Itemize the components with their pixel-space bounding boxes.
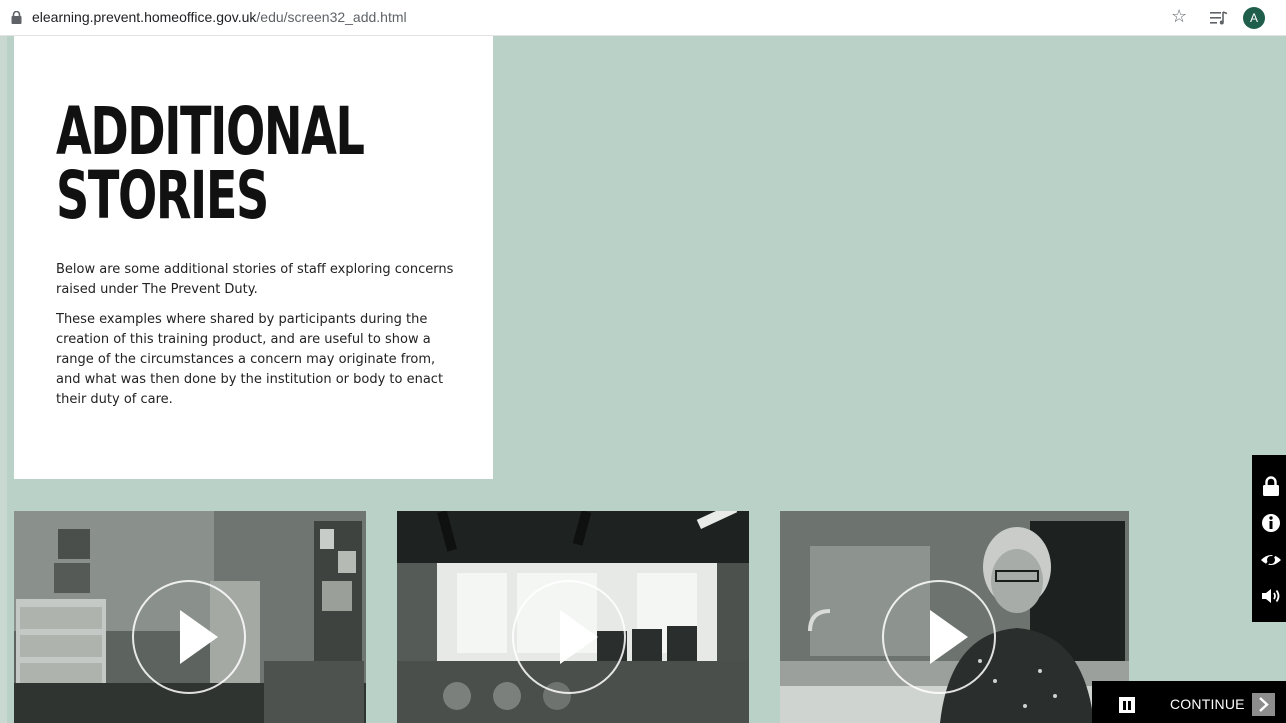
page-title: ADDITIONAL STORIES: [56, 99, 365, 229]
left-edge-strip: [0, 36, 7, 723]
play-icon: [560, 610, 598, 664]
audio-icon[interactable]: [1260, 585, 1282, 607]
play-icon: [180, 610, 218, 664]
intro-paragraph-2: These examples where shared by participa…: [56, 312, 444, 407]
visibility-icon[interactable]: [1260, 549, 1282, 571]
intro-text: Below are some additional stories of sta…: [56, 260, 456, 420]
intro-paragraph-1: Below are some additional stories of sta…: [56, 262, 454, 297]
media-control-icon[interactable]: [1210, 10, 1228, 26]
url-path: /edu/screen32_add.html: [256, 9, 407, 25]
playback-control-bar: CONTINUE: [1092, 681, 1286, 723]
video-card-classroom[interactable]: [397, 511, 749, 723]
play-button[interactable]: [512, 580, 626, 694]
play-button[interactable]: [132, 580, 246, 694]
profile-avatar[interactable]: A: [1243, 7, 1265, 29]
page-title-line-2: STORIES: [56, 157, 269, 234]
star-icon[interactable]: ☆: [1171, 6, 1187, 28]
intro-card: ADDITIONAL STORIES Below are some additio…: [14, 36, 493, 479]
url-field[interactable]: elearning.prevent.homeoffice.gov.uk/edu/…: [32, 9, 407, 25]
side-toolbar: [1252, 455, 1286, 622]
pause-icon[interactable]: [1119, 697, 1135, 713]
video-card-office[interactable]: [14, 511, 366, 723]
browser-address-bar: elearning.prevent.homeoffice.gov.uk/edu/…: [0, 0, 1286, 36]
url-host: elearning.prevent.homeoffice.gov.uk: [32, 9, 257, 25]
info-icon[interactable]: [1260, 512, 1282, 534]
play-button[interactable]: [882, 580, 996, 694]
video-card-speaker[interactable]: [780, 511, 1129, 723]
continue-button[interactable]: CONTINUE: [1170, 696, 1245, 712]
play-icon: [930, 610, 968, 664]
chevron-right-icon[interactable]: [1252, 693, 1275, 716]
lock-icon: [11, 11, 22, 24]
lock-icon[interactable]: [1260, 475, 1282, 497]
